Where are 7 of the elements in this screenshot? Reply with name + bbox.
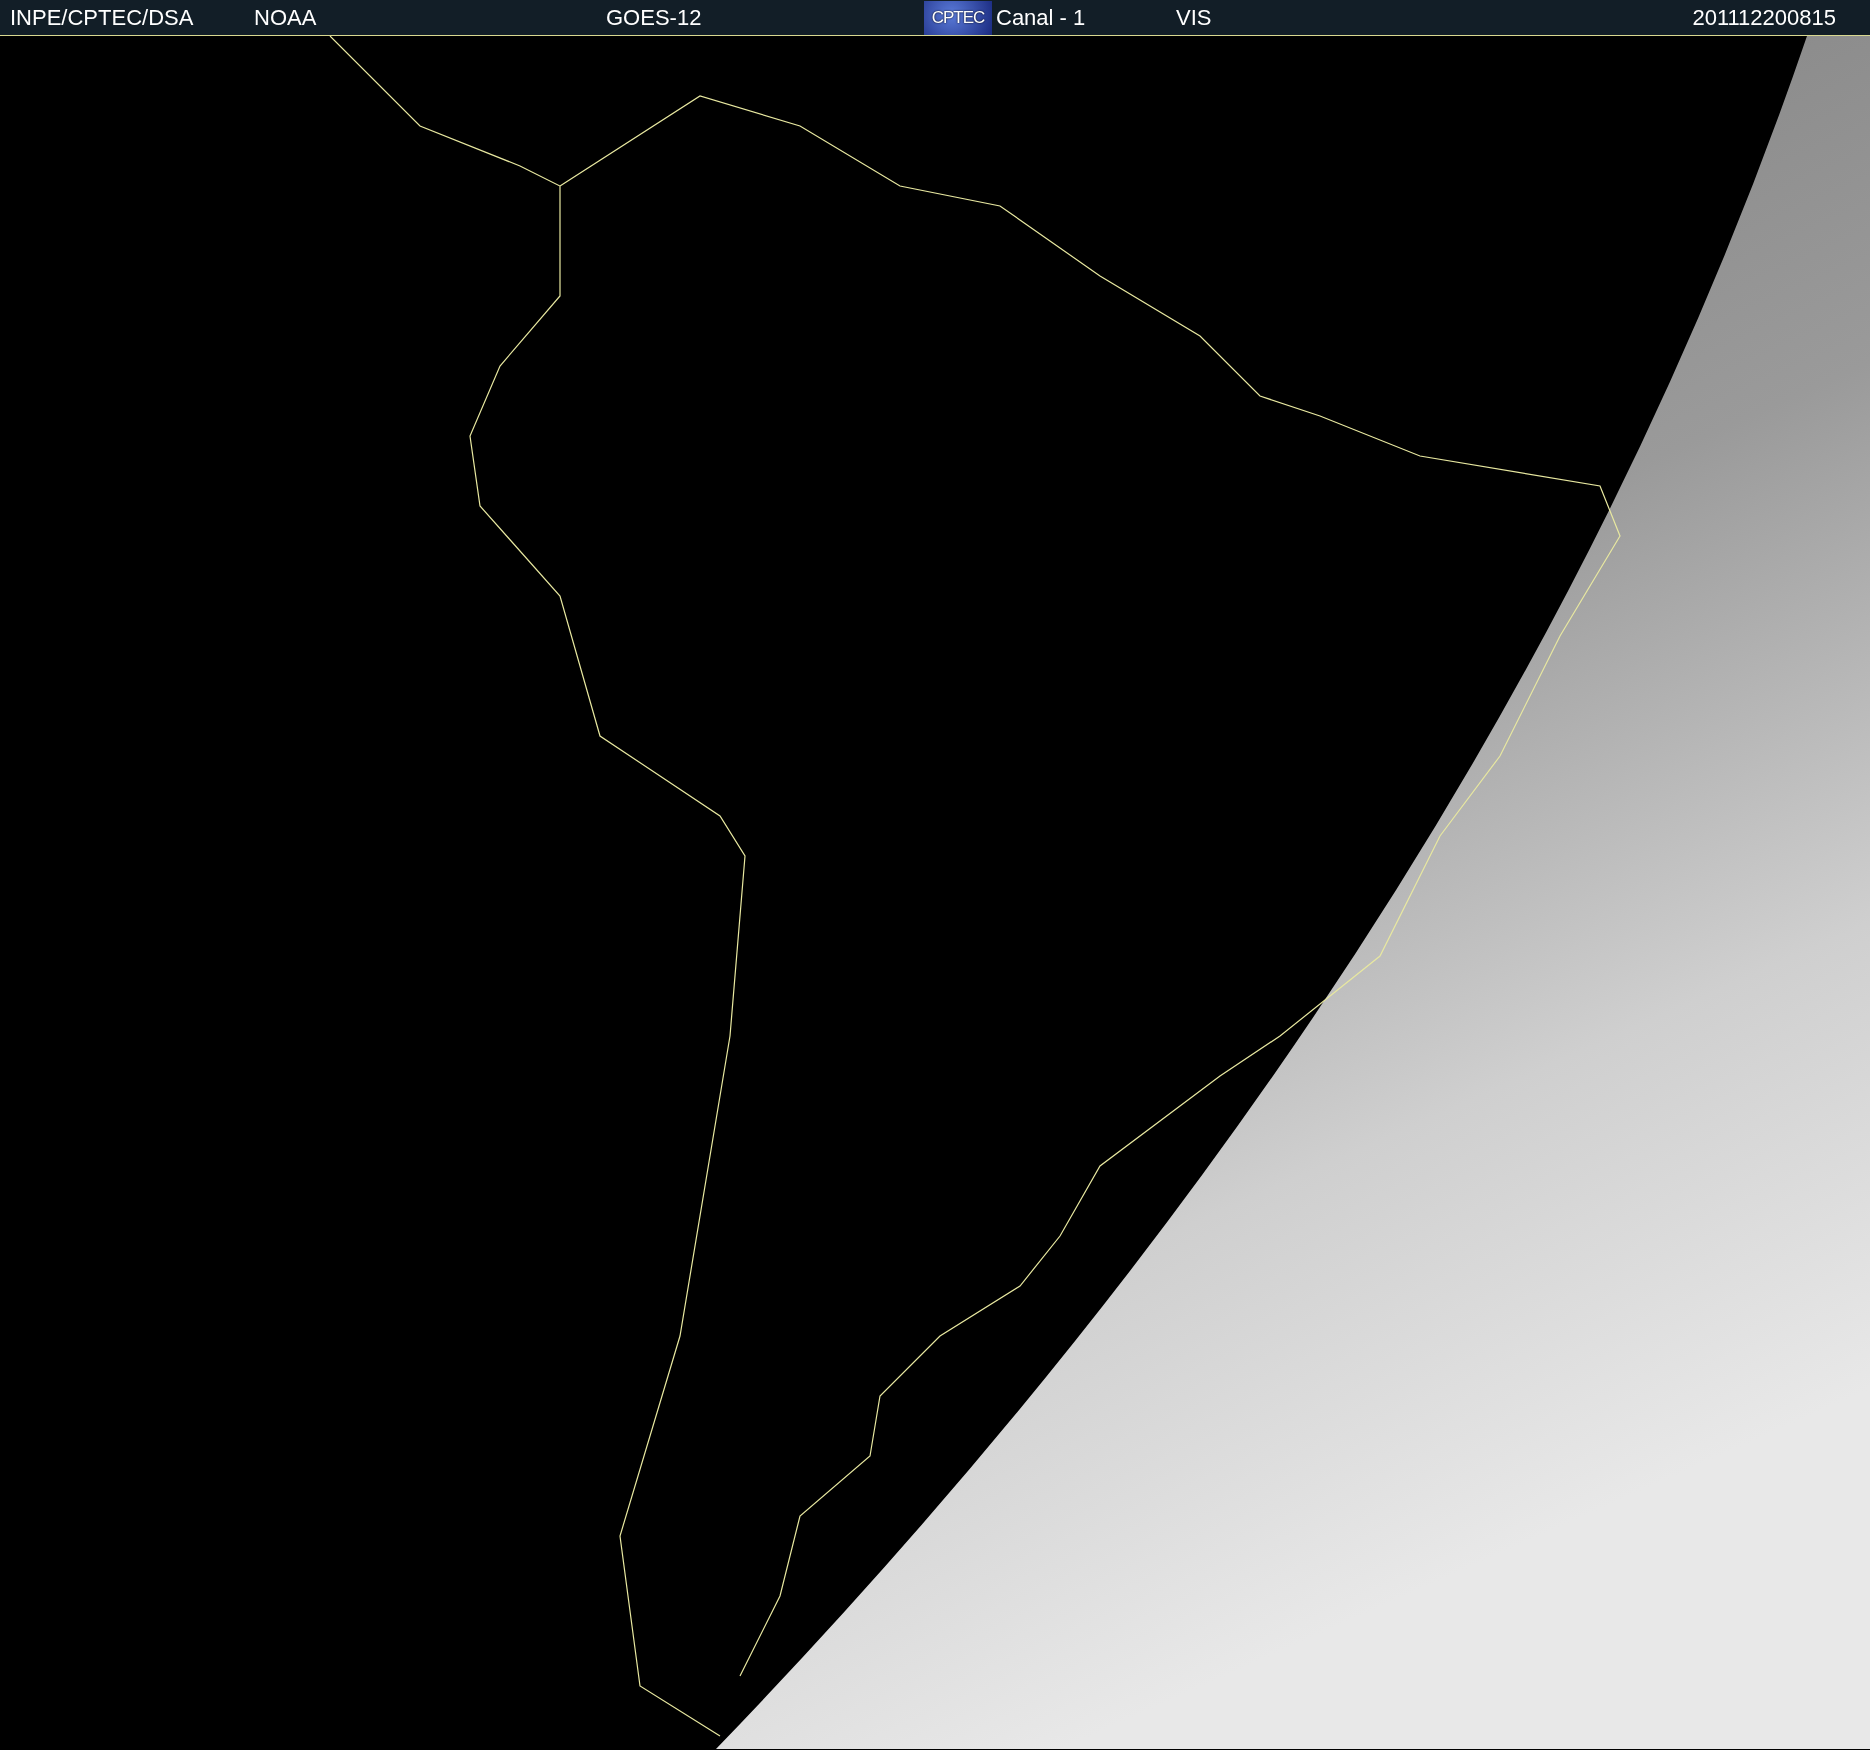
- timestamp-label: 201112200815: [1692, 4, 1837, 31]
- agency-label: NOAA: [254, 4, 318, 31]
- band-label: VIS: [1176, 4, 1213, 31]
- source-label: INPE/CPTEC/DSA: [10, 4, 195, 31]
- cptec-logo: CPTEC: [924, 0, 992, 35]
- channel-label: Canal - 1: [996, 4, 1087, 31]
- satellite-label: GOES-12: [606, 4, 703, 31]
